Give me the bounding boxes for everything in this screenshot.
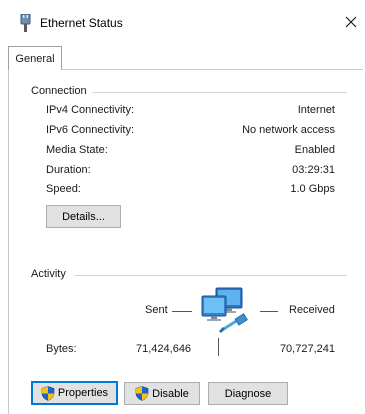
speed-value: 1.0 Gbps xyxy=(290,183,335,195)
properties-button-label: Properties xyxy=(57,387,109,399)
bytes-received-value: 70,727,241 xyxy=(279,343,335,355)
duration-label: Duration: xyxy=(46,164,91,176)
ipv6-connectivity-label: IPv6 Connectivity: xyxy=(46,124,135,136)
connection-group-divider xyxy=(92,92,347,93)
ipv6-connectivity-value: No network access xyxy=(242,124,335,136)
details-button[interactable]: Details... xyxy=(46,205,121,228)
ethernet-plug-icon xyxy=(20,13,31,32)
disable-button-label: Disable xyxy=(152,387,189,400)
properties-button[interactable]: Properties xyxy=(31,381,118,405)
diagnose-button[interactable]: Diagnose xyxy=(208,382,288,405)
activity-group-label: Activity xyxy=(31,268,66,280)
bytes-separator xyxy=(218,338,219,356)
title-bar: Ethernet Status xyxy=(0,0,365,44)
connection-group-label: Connection xyxy=(31,85,87,97)
sent-dash xyxy=(172,311,192,312)
tab-general-label: General xyxy=(15,52,55,65)
duration-value: 03:29:31 xyxy=(292,164,335,176)
ipv4-connectivity-label: IPv4 Connectivity: xyxy=(46,104,135,116)
tab-general[interactable]: General xyxy=(8,46,62,70)
ethernet-status-window: Ethernet Status General Connection IPv4 … xyxy=(0,0,365,414)
media-state-value: Enabled xyxy=(294,144,335,156)
uac-shield-icon xyxy=(135,386,149,401)
activity-group-divider xyxy=(75,275,347,276)
network-computers-icon xyxy=(198,286,254,334)
speed-label: Speed: xyxy=(46,183,81,195)
uac-shield-icon xyxy=(41,385,55,401)
bytes-sent-value: 71,424,646 xyxy=(136,343,192,355)
window-title: Ethernet Status xyxy=(40,16,123,30)
received-label: Received xyxy=(289,304,335,316)
sent-label: Sent xyxy=(145,304,168,316)
disable-button[interactable]: Disable xyxy=(124,382,200,405)
close-button[interactable] xyxy=(339,10,363,34)
media-state-label: Media State: xyxy=(46,144,108,156)
ipv4-connectivity-value: Internet xyxy=(297,104,335,116)
tab-panel-general xyxy=(8,69,363,414)
close-icon xyxy=(345,16,357,28)
bytes-label: Bytes: xyxy=(46,343,77,355)
received-dash xyxy=(260,311,278,312)
